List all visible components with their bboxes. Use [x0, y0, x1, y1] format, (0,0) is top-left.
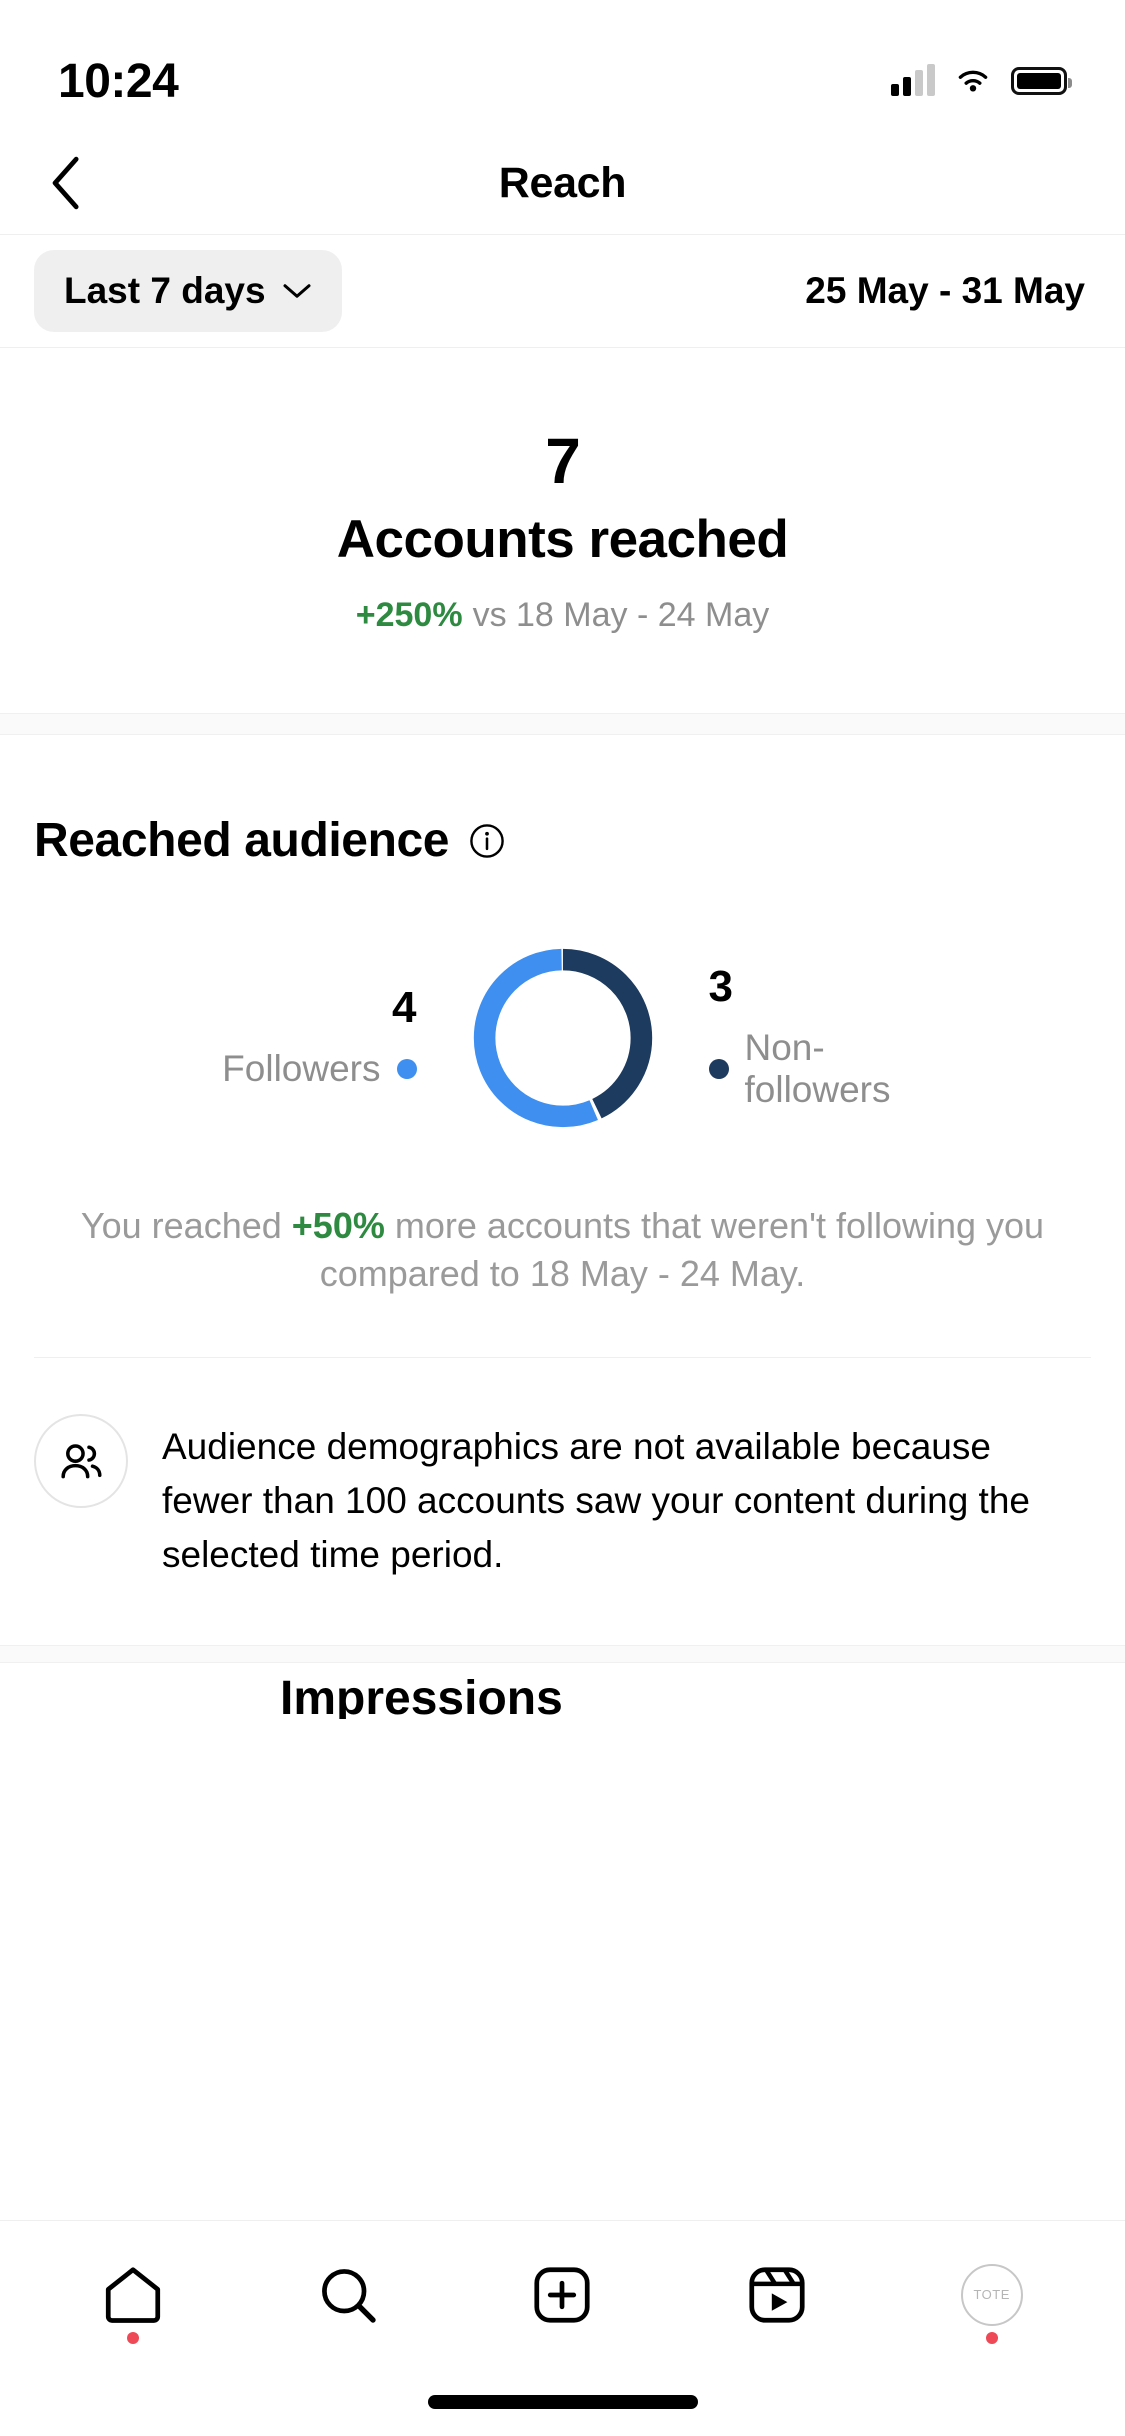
- page-title: Reach: [498, 158, 627, 207]
- time-range-label: Last 7 days: [64, 270, 266, 311]
- non-followers-color-dot: [708, 1059, 729, 1080]
- bottom-tab-bar: TOTE: [0, 2220, 1125, 2368]
- back-button[interactable]: [24, 140, 110, 226]
- legend-non-followers: 3 Non-followers: [661, 965, 941, 1111]
- section-divider: [0, 713, 1125, 736]
- status-bar: 10:24: [0, 0, 1125, 132]
- followers-color-dot: [396, 1059, 417, 1080]
- accounts-reached-label: Accounts reached: [336, 510, 789, 570]
- donut-chart-svg: [473, 949, 652, 1128]
- people-icon: [61, 1444, 102, 1479]
- home-indicator-area: [0, 2368, 1125, 2436]
- back-chevron-icon: [52, 156, 79, 210]
- search-icon: [321, 2268, 376, 2323]
- status-bar-icons: [891, 64, 1072, 96]
- note-prefix: You reached: [80, 1205, 292, 1247]
- home-badge-dot: [127, 2331, 140, 2344]
- date-filter-row: Last 7 days 25 May - 31 May: [0, 235, 1125, 348]
- change-percentage: +250%: [355, 596, 463, 635]
- reels-icon: [749, 2266, 805, 2323]
- reached-audience-title: Reached audience: [34, 814, 450, 868]
- wifi-icon: [958, 70, 988, 92]
- legend-followers: 4 Followers: [185, 986, 465, 1090]
- note-suffix: more accounts that weren't following you…: [319, 1205, 1045, 1294]
- non-followers-value: 3: [708, 962, 733, 1012]
- chevron-down-icon: [283, 284, 311, 298]
- date-range-label: 25 May - 31 May: [805, 270, 1085, 311]
- navigation-bar: Reach: [0, 132, 1125, 235]
- tab-reels[interactable]: [717, 2240, 837, 2350]
- demographics-unavailable-notice: Audience demographics are not available …: [0, 1358, 1125, 1645]
- time-range-selector[interactable]: Last 7 days: [34, 250, 342, 332]
- reached-audience-chart: 4 Followers 3 Non-followers: [34, 940, 1091, 1136]
- battery-icon: [1011, 67, 1072, 95]
- note-change-percentage: +50%: [291, 1205, 385, 1247]
- tab-search[interactable]: [288, 2240, 408, 2350]
- plus-square-icon: [534, 2266, 591, 2323]
- accounts-reached-comparison: +250% vs 18 May - 24 May: [0, 596, 1125, 635]
- comparison-period: vs 18 May - 24 May: [472, 596, 770, 635]
- followers-label: Followers: [222, 1048, 381, 1090]
- non-followers-label: Non-followers: [744, 1027, 891, 1111]
- tab-home[interactable]: [73, 2240, 193, 2350]
- reached-audience-section: Reached audience 4 Followers 3 Non-follo…: [0, 735, 1125, 1359]
- donut-chart: [465, 940, 661, 1136]
- info-icon[interactable]: [469, 823, 505, 859]
- reached-audience-header: Reached audience: [34, 813, 1091, 868]
- instagram-reach-insights-screen: 10:24 Reach Last 7 days 25 May - 31 May …: [0, 0, 1125, 2436]
- avatar-icon: TOTE: [960, 2263, 1023, 2326]
- accounts-reached-value: 7: [545, 425, 581, 497]
- avatar-label: TOTE: [973, 2287, 1010, 2302]
- bottom-section-divider: [0, 1645, 1125, 1664]
- tab-create[interactable]: [502, 2240, 622, 2350]
- people-icon-circle: [34, 1414, 128, 1509]
- status-bar-time: 10:24: [58, 54, 179, 108]
- next-section-title: Impressions: [280, 1672, 563, 1720]
- reached-audience-note: You reached +50% more accounts that were…: [34, 1202, 1091, 1297]
- cellular-signal-icon: [891, 64, 935, 96]
- accounts-reached-summary: 7 Accounts reached +250% vs 18 May - 24 M…: [0, 348, 1125, 714]
- home-icon: [106, 2266, 161, 2323]
- next-section-partial: Impressions: [0, 1663, 1125, 1719]
- profile-badge-dot: [985, 2331, 998, 2344]
- home-indicator[interactable]: [427, 2395, 698, 2409]
- followers-value: 4: [392, 983, 417, 1033]
- tab-profile[interactable]: TOTE: [932, 2240, 1052, 2350]
- demographics-message: Audience demographics are not available …: [162, 1426, 1030, 1575]
